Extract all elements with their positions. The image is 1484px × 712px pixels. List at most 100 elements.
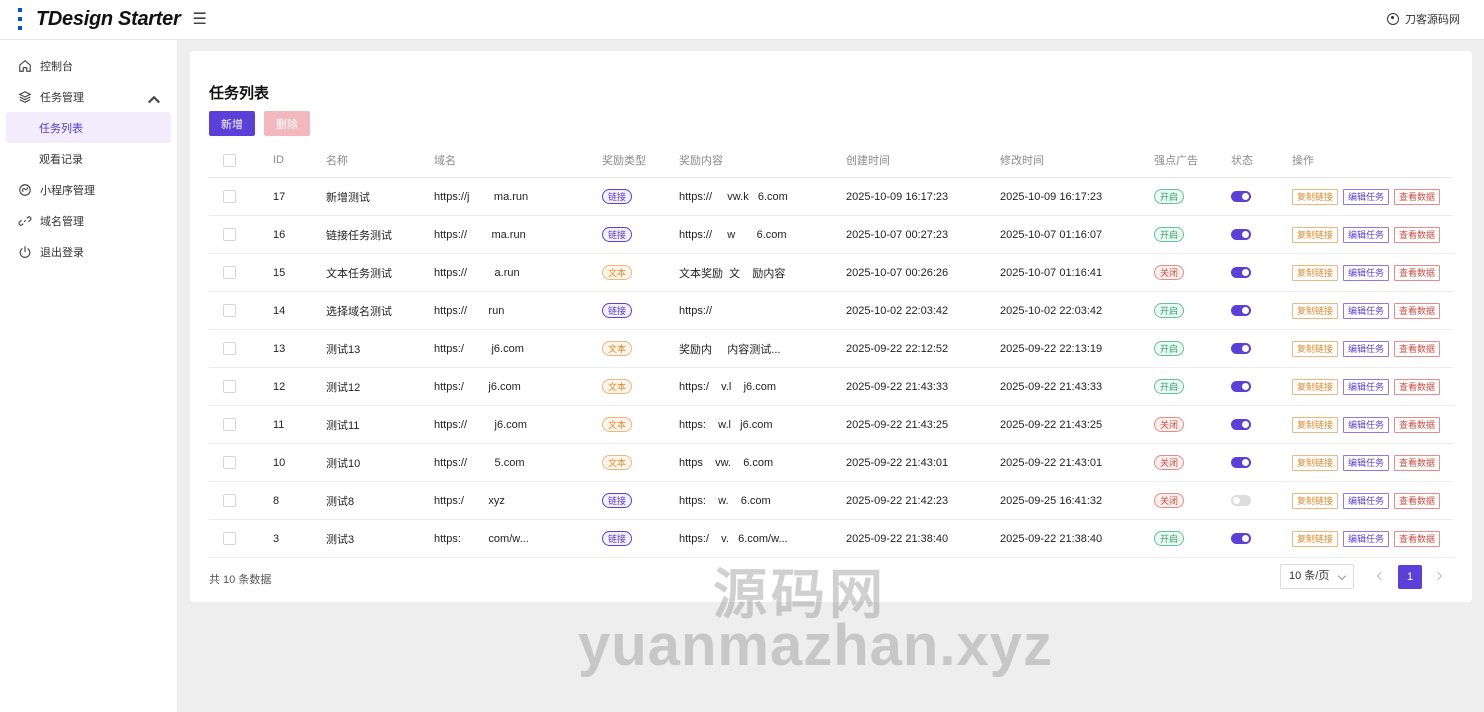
sidebar-item-label: 控制台 [40, 60, 73, 73]
view-data-button[interactable]: 查看数据 [1394, 454, 1441, 471]
table-row: 11 测试11 https:// j6.com 文本 https: w.l j6.com… [209, 405, 1453, 444]
cell-reward-type: 链接 [602, 177, 679, 216]
view-data-button[interactable]: 查看数据 [1394, 492, 1441, 509]
status-toggle[interactable] [1231, 533, 1251, 545]
edit-task-button[interactable]: 编辑任务 [1343, 264, 1390, 281]
copy-link-button[interactable]: 复制链接 [1292, 188, 1339, 205]
sidebar-item-label: 小程序管理 [40, 184, 95, 197]
view-data-button[interactable]: 查看数据 [1394, 340, 1441, 357]
column-header-name[interactable]: 名称 [326, 143, 434, 178]
status-toggle[interactable] [1231, 191, 1251, 203]
status-toggle[interactable] [1231, 381, 1251, 393]
row-checkbox[interactable] [223, 342, 236, 355]
cell-actions: 复制链接 编辑任务 查看数据 [1292, 367, 1453, 406]
copy-link-button[interactable]: 复制链接 [1292, 416, 1339, 433]
view-data-button[interactable]: 查看数据 [1394, 226, 1441, 243]
edit-task-button[interactable]: 编辑任务 [1343, 416, 1390, 433]
row-checkbox[interactable] [223, 456, 236, 469]
page-size-select[interactable]: 10 条/页 [1280, 564, 1354, 589]
add-button[interactable]: 新增 [209, 111, 255, 136]
sidebar-item-domain[interactable]: 域名管理 [0, 205, 177, 236]
next-page-button[interactable] [1428, 564, 1452, 589]
row-checkbox[interactable] [223, 494, 236, 507]
edit-task-button[interactable]: 编辑任务 [1343, 340, 1390, 357]
edit-task-button[interactable]: 编辑任务 [1343, 530, 1390, 547]
status-toggle[interactable] [1231, 229, 1251, 241]
copy-link-button[interactable]: 复制链接 [1292, 530, 1339, 547]
row-checkbox[interactable] [223, 380, 236, 393]
status-toggle[interactable] [1231, 457, 1251, 469]
logo[interactable]: TDesign Starter ☰ [18, 6, 207, 32]
cell-updated-time: 2025-09-22 21:38:40 [1000, 519, 1154, 558]
view-data-button[interactable]: 查看数据 [1394, 188, 1441, 205]
cell-status [1231, 177, 1292, 216]
view-data-button[interactable]: 查看数据 [1394, 264, 1441, 281]
cell-reward-type: 链接 [602, 481, 679, 520]
table-row: 16 链接任务测试 https:// ma.run 链接 https:// w 6.co… [209, 215, 1453, 254]
cell-forced-ad: 关闭 [1154, 253, 1231, 292]
view-data-button[interactable]: 查看数据 [1394, 302, 1441, 319]
copy-link-button[interactable]: 复制链接 [1292, 302, 1339, 319]
view-data-button[interactable]: 查看数据 [1394, 530, 1441, 547]
user-menu[interactable]: 刀客源码网 [1387, 11, 1460, 27]
copy-link-button[interactable]: 复制链接 [1292, 226, 1339, 243]
column-header-created-time[interactable]: 创建时间 [846, 143, 1000, 178]
row-checkbox[interactable] [223, 228, 236, 241]
copy-link-button[interactable]: 复制链接 [1292, 340, 1339, 357]
edit-task-button[interactable]: 编辑任务 [1343, 492, 1390, 509]
cell-reward-content: https:// w 6.com [679, 215, 846, 254]
status-toggle[interactable] [1231, 343, 1251, 355]
column-header-reward-type[interactable]: 奖励类型 [602, 143, 679, 178]
copy-link-button[interactable]: 复制链接 [1292, 492, 1339, 509]
delete-button[interactable]: 删除 [264, 111, 310, 136]
table-row: 10 测试10 https:// 5.com 文本 https vw. 6.com 202… [209, 443, 1453, 482]
cell-reward-content: https vw. 6.com [679, 443, 846, 482]
view-data-button[interactable]: 查看数据 [1394, 416, 1441, 433]
row-checkbox[interactable] [223, 266, 236, 279]
column-header-actions: 操作 [1292, 143, 1453, 178]
column-header-reward-content[interactable]: 奖励内容 [679, 143, 846, 178]
page-number-button[interactable]: 1 [1398, 565, 1422, 589]
copy-link-button[interactable]: 复制链接 [1292, 264, 1339, 281]
sidebar-item-task-management[interactable]: 任务管理 [0, 81, 177, 112]
edit-task-button[interactable]: 编辑任务 [1343, 188, 1390, 205]
cell-id: 8 [273, 481, 326, 520]
sidebar-item-dashboard[interactable]: 控制台 [0, 50, 177, 81]
cell-name: 测试8 [326, 481, 434, 520]
cell-id: 14 [273, 291, 326, 330]
cell-domain: https:// 5.com [434, 443, 602, 482]
user-name: 刀客源码网 [1405, 14, 1460, 26]
edit-task-button[interactable]: 编辑任务 [1343, 302, 1390, 319]
sidebar-item-logout[interactable]: 退出登录 [0, 236, 177, 267]
cell-reward-type: 链接 [602, 519, 679, 558]
column-header-domain[interactable]: 域名 [434, 143, 602, 178]
row-checkbox[interactable] [223, 418, 236, 431]
row-checkbox[interactable] [223, 532, 236, 545]
column-header-updated-time[interactable]: 修改时间 [1000, 143, 1154, 178]
column-header-forced-ad[interactable]: 强点广告 [1154, 143, 1231, 178]
column-header-id[interactable]: ID [273, 143, 326, 178]
column-header-status[interactable]: 状态 [1231, 143, 1292, 178]
sidebar-item-miniapp[interactable]: 小程序管理 [0, 174, 177, 205]
copy-link-button[interactable]: 复制链接 [1292, 378, 1339, 395]
table-row: 8 测试8 https:/ xyz 链接 https: w. 6.com 2025-09-… [209, 481, 1453, 520]
cell-status [1231, 405, 1292, 444]
copy-link-button[interactable]: 复制链接 [1292, 454, 1339, 471]
forced-ad-tag: 开启 [1154, 341, 1185, 356]
edit-task-button[interactable]: 编辑任务 [1343, 454, 1390, 471]
sidebar-item-task-list[interactable]: 任务列表 [6, 112, 171, 143]
row-checkbox[interactable] [223, 304, 236, 317]
status-toggle[interactable] [1231, 495, 1251, 507]
prev-page-button[interactable] [1368, 564, 1392, 589]
status-toggle[interactable] [1231, 305, 1251, 317]
edit-task-button[interactable]: 编辑任务 [1343, 378, 1390, 395]
menu-icon[interactable]: ☰ [192, 9, 206, 29]
edit-task-button[interactable]: 编辑任务 [1343, 226, 1390, 243]
status-toggle[interactable] [1231, 419, 1251, 431]
cell-created-time: 2025-09-22 21:43:33 [846, 367, 1000, 406]
view-data-button[interactable]: 查看数据 [1394, 378, 1441, 395]
select-all-checkbox[interactable] [223, 153, 236, 167]
sidebar-item-watch-records[interactable]: 观看记录 [0, 143, 177, 174]
row-checkbox[interactable] [223, 190, 236, 203]
status-toggle[interactable] [1231, 267, 1251, 279]
